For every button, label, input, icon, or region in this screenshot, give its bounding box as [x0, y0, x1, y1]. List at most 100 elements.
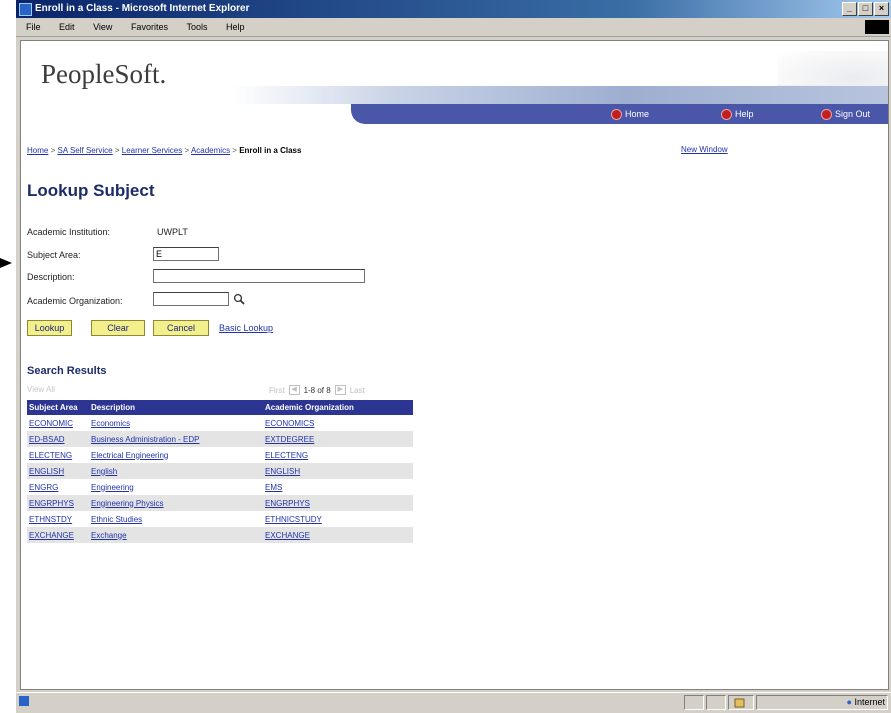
subject-link[interactable]: EXCHANGE	[29, 531, 74, 540]
description-link[interactable]: Exchange	[91, 531, 127, 540]
subject-link[interactable]: ECONOMIC	[29, 419, 73, 428]
table-row: ELECTENG Electrical Engineering ELECTENG	[27, 447, 413, 463]
org-link[interactable]: EXTDEGREE	[265, 435, 314, 444]
table-row: ENGRG Engineering EMS	[27, 479, 413, 495]
subject-link[interactable]: ELECTENG	[29, 451, 72, 460]
results-header-row: Subject Area Description Academic Organi…	[27, 400, 413, 415]
table-row: ENGLISH English ENGLISH	[27, 463, 413, 479]
column-header-description[interactable]: Description	[89, 400, 263, 415]
subject-link[interactable]: ENGLISH	[29, 467, 64, 476]
results-count: 1-8 of 8	[303, 385, 331, 395]
menu-file[interactable]: File	[26, 22, 41, 32]
academic-org-input[interactable]	[153, 292, 229, 306]
first-link[interactable]: First	[269, 386, 285, 395]
sign-out-icon	[821, 108, 832, 120]
breadcrumb: Home > SA Self Service > Learner Service…	[27, 146, 302, 155]
breadcrumb-sa-self-service[interactable]: SA Self Service	[57, 146, 112, 155]
new-window-link[interactable]: New Window	[681, 145, 728, 154]
description-link[interactable]: Engineering	[91, 483, 134, 492]
window-title: Enroll in a Class - Microsoft Internet E…	[35, 3, 250, 14]
window-controls: _ □ ×	[842, 2, 889, 16]
windows-logo-icon	[865, 20, 889, 34]
institution-label: Academic Institution:	[27, 227, 111, 237]
view-all-link[interactable]: View All	[27, 385, 55, 394]
org-link[interactable]: ELECTENG	[265, 451, 308, 460]
search-results-title: Search Results	[27, 365, 107, 377]
status-bar: ● Internet	[16, 692, 891, 713]
table-row: ETHNSTDY Ethnic Studies ETHNICSTUDY	[27, 511, 413, 527]
header-nav-bar: Home Help Sign Out	[351, 104, 888, 124]
description-link[interactable]: Engineering Physics	[91, 499, 163, 508]
results-pager: First ◀ 1-8 of 8 ▶ Last	[269, 385, 365, 395]
clear-button[interactable]: Clear	[91, 320, 145, 336]
page-content: PeopleSoft. Home Help Sign Out Home > SA…	[20, 40, 889, 690]
org-link[interactable]: EMS	[265, 483, 282, 492]
subject-area-input[interactable]	[153, 247, 219, 261]
description-label: Description:	[27, 272, 75, 282]
table-row: EXCHANGE Exchange EXCHANGE	[27, 527, 413, 543]
next-arrow-icon[interactable]: ▶	[334, 385, 346, 395]
minimize-button[interactable]: _	[842, 2, 857, 16]
subject-link[interactable]: ENGRPHYS	[29, 499, 74, 508]
subject-link[interactable]: ED-BSAD	[29, 435, 65, 444]
menu-favorites[interactable]: Favorites	[131, 22, 168, 32]
description-link[interactable]: Electrical Engineering	[91, 451, 168, 460]
subject-link[interactable]: ETHNSTDY	[29, 515, 72, 524]
table-row: ECONOMIC Economics ECONOMICS	[27, 415, 413, 431]
cancel-button[interactable]: Cancel	[153, 320, 209, 336]
status-segment	[684, 695, 704, 710]
lookup-button[interactable]: Lookup	[27, 320, 72, 336]
subject-link[interactable]: ENGRG	[29, 483, 58, 492]
previous-arrow-icon[interactable]: ◀	[288, 385, 300, 395]
column-header-subject[interactable]: Subject Area	[27, 400, 89, 415]
org-link[interactable]: ENGLISH	[265, 467, 300, 476]
org-link[interactable]: ENGRPHYS	[265, 499, 310, 508]
page-title: Lookup Subject	[27, 181, 155, 200]
org-link[interactable]: ETHNICSTUDY	[265, 515, 322, 524]
description-link[interactable]: English	[91, 467, 117, 476]
description-link[interactable]: Ethnic Studies	[91, 515, 142, 524]
table-row: ENGRPHYS Engineering Physics ENGRPHYS	[27, 495, 413, 511]
ie-icon	[19, 3, 32, 16]
zone-label: Internet	[854, 697, 885, 707]
academic-org-label: Academic Organization:	[27, 296, 123, 306]
globe-graphic	[778, 51, 888, 86]
menu-help[interactable]: Help	[226, 22, 245, 32]
breadcrumb-academics[interactable]: Academics	[191, 146, 230, 155]
menu-edit[interactable]: Edit	[59, 22, 75, 32]
menu-view[interactable]: View	[93, 22, 112, 32]
internet-zone: ● Internet	[847, 697, 885, 708]
breadcrumb-current: Enroll in a Class	[239, 146, 302, 155]
help-link[interactable]: Help	[721, 108, 754, 120]
org-link[interactable]: EXCHANGE	[265, 531, 310, 540]
basic-lookup-link[interactable]: Basic Lookup	[219, 323, 273, 333]
title-bar: Enroll in a Class - Microsoft Internet E…	[16, 0, 891, 18]
page-status-icon	[18, 695, 30, 710]
lock-segment	[728, 695, 754, 710]
breadcrumb-learner-services[interactable]: Learner Services	[122, 146, 182, 155]
subject-area-label: Subject Area:	[27, 250, 81, 260]
maximize-button[interactable]: □	[858, 2, 873, 16]
peoplesoft-logo: PeopleSoft.	[41, 59, 167, 89]
close-button[interactable]: ×	[874, 2, 889, 16]
description-input[interactable]	[153, 269, 365, 283]
lookup-magnifier-icon[interactable]	[233, 293, 245, 305]
browser-window: Enroll in a Class - Microsoft Internet E…	[16, 0, 891, 713]
org-link[interactable]: ECONOMICS	[265, 419, 314, 428]
status-segment	[706, 695, 726, 710]
globe-icon: ●	[846, 697, 852, 707]
header-swoosh	[231, 86, 888, 104]
sign-out-link[interactable]: Sign Out	[821, 108, 870, 120]
description-link[interactable]: Economics	[91, 419, 130, 428]
breadcrumb-home[interactable]: Home	[27, 146, 48, 155]
menu-tools[interactable]: Tools	[186, 22, 207, 32]
results-table: Subject Area Description Academic Organi…	[27, 400, 413, 543]
last-link[interactable]: Last	[350, 386, 365, 395]
institution-value: UWPLT	[157, 227, 188, 237]
pointer-arrow	[0, 258, 12, 268]
table-row: ED-BSAD Business Administration - EDP EX…	[27, 431, 413, 447]
description-link[interactable]: Business Administration - EDP	[91, 435, 200, 444]
column-header-org[interactable]: Academic Organization	[263, 400, 413, 415]
help-icon	[721, 108, 732, 120]
home-link[interactable]: Home	[611, 108, 649, 120]
